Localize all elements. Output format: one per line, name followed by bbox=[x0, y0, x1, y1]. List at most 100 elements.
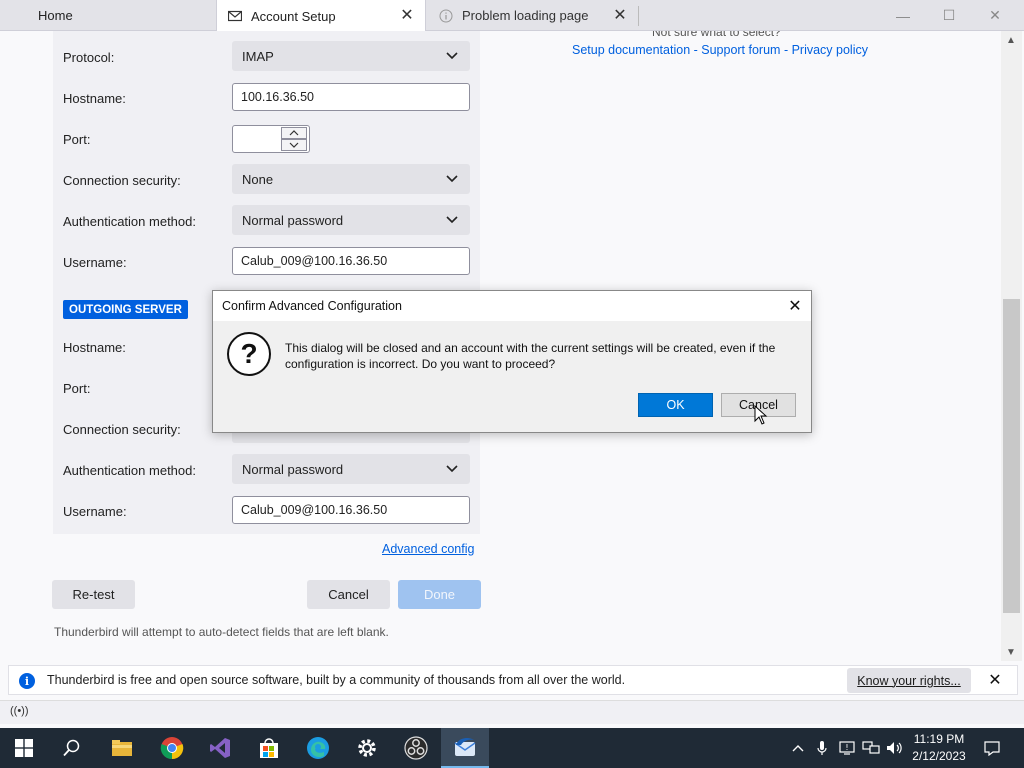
volume-icon[interactable] bbox=[884, 728, 906, 768]
incoming-hostname-input[interactable]: 100.16.36.50 bbox=[232, 83, 470, 111]
know-your-rights-label: Know your rights... bbox=[857, 673, 961, 688]
scroll-up-icon[interactable]: ▲ bbox=[1004, 33, 1018, 47]
clock-date: 2/12/2023 bbox=[912, 749, 966, 763]
status-bar: ((•)) bbox=[0, 700, 1024, 724]
mouse-cursor-icon bbox=[754, 405, 768, 425]
incoming-port-label: Port: bbox=[63, 132, 91, 147]
outgoing-hostname-label: Hostname: bbox=[63, 340, 126, 355]
tab-separator bbox=[638, 6, 639, 26]
stepper-down-icon[interactable] bbox=[281, 139, 307, 151]
visual-studio-icon[interactable] bbox=[196, 728, 244, 768]
close-window-icon[interactable]: ✕ bbox=[972, 0, 1018, 31]
close-tab-icon[interactable]: ✕ bbox=[399, 7, 415, 24]
cancel-button[interactable]: Cancel bbox=[307, 580, 390, 609]
outgoing-username-label: Username: bbox=[63, 504, 127, 519]
confirm-dialog: Confirm Advanced Configuration ✕ ? This … bbox=[212, 290, 812, 433]
incoming-security-value: None bbox=[242, 171, 274, 187]
dialog-message: This dialog will be closed and an accoun… bbox=[285, 341, 776, 371]
dialog-ok-button[interactable]: OK bbox=[638, 393, 713, 417]
tab-home[interactable]: Home bbox=[0, 0, 216, 31]
privacy-policy-link[interactable]: Privacy policy bbox=[792, 43, 868, 57]
protocol-value: IMAP bbox=[242, 48, 274, 64]
maximize-icon[interactable]: ☐ bbox=[926, 0, 972, 31]
scroll-down-icon[interactable]: ▼ bbox=[1004, 645, 1018, 659]
svg-text:!: ! bbox=[845, 743, 848, 752]
outgoing-auth-value: Normal password bbox=[242, 461, 344, 477]
outgoing-security-label: Connection security: bbox=[63, 422, 181, 437]
taskbar-clock[interactable]: 11:19 PM 2/12/2023 bbox=[904, 731, 974, 765]
close-notification-icon[interactable]: ✕ bbox=[986, 671, 1004, 689]
chevron-down-icon bbox=[446, 52, 458, 60]
question-icon: ? bbox=[227, 332, 271, 376]
clock-time: 11:19 PM bbox=[913, 732, 965, 746]
support-forum-link[interactable]: Support forum bbox=[701, 43, 780, 57]
outgoing-auth-select[interactable]: Normal password bbox=[232, 454, 470, 484]
retest-button[interactable]: Re-test bbox=[52, 580, 135, 609]
chevron-down-icon bbox=[446, 216, 458, 224]
info-icon: i bbox=[19, 673, 35, 689]
tab-problem-label: Problem loading page bbox=[462, 8, 589, 23]
incoming-auth-value: Normal password bbox=[242, 212, 344, 228]
chevron-down-icon bbox=[446, 465, 458, 473]
close-tab-icon[interactable]: ✕ bbox=[612, 7, 628, 24]
settings-icon[interactable] bbox=[343, 728, 391, 768]
incoming-port-stepper[interactable] bbox=[232, 125, 310, 153]
protocol-select[interactable]: IMAP bbox=[232, 41, 470, 71]
chevron-down-icon bbox=[446, 175, 458, 183]
mail-icon bbox=[227, 8, 243, 24]
incoming-security-label: Connection security: bbox=[63, 173, 181, 188]
tab-account-setup[interactable]: Account Setup ✕ bbox=[216, 0, 426, 32]
advanced-config-link[interactable]: Advanced config bbox=[382, 542, 474, 556]
outgoing-server-badge: OUTGOING SERVER bbox=[63, 300, 188, 319]
info-icon bbox=[438, 8, 454, 24]
outgoing-auth-label: Authentication method: bbox=[63, 463, 196, 478]
incoming-security-select[interactable]: None bbox=[232, 164, 470, 194]
protocol-label: Protocol: bbox=[63, 50, 115, 65]
incoming-username-input[interactable]: Calub_009@100.16.36.50 bbox=[232, 247, 470, 275]
dialog-title: Confirm Advanced Configuration bbox=[213, 291, 811, 321]
online-status-icon[interactable]: ((•)) bbox=[10, 705, 29, 717]
link-separator: - bbox=[690, 43, 702, 57]
incoming-hostname-value: 100.16.36.50 bbox=[241, 90, 314, 104]
microphone-icon[interactable] bbox=[812, 728, 832, 768]
done-button[interactable]: Done bbox=[398, 580, 481, 609]
notification-bar: i Thunderbird is free and open source so… bbox=[8, 665, 1018, 695]
incoming-username-label: Username: bbox=[63, 255, 127, 270]
show-hidden-icons-icon[interactable] bbox=[788, 728, 808, 768]
dialog-close-icon[interactable]: ✕ bbox=[785, 296, 805, 316]
notifications-icon[interactable] bbox=[980, 728, 1004, 768]
scrollbar-thumb[interactable] bbox=[1003, 299, 1020, 613]
thunderbird-icon[interactable] bbox=[441, 728, 489, 768]
vertical-scrollbar[interactable]: ▲ ▼ bbox=[1001, 31, 1022, 661]
chrome-icon[interactable] bbox=[148, 728, 196, 768]
obs-icon[interactable] bbox=[392, 728, 440, 768]
start-icon[interactable] bbox=[0, 728, 48, 768]
incoming-auth-label: Authentication method: bbox=[63, 214, 196, 229]
auto-detect-hint: Thunderbird will attempt to auto-detect … bbox=[54, 625, 389, 639]
network-warning-icon[interactable]: ! bbox=[836, 728, 858, 768]
not-sure-text: Not sure what to select? bbox=[652, 31, 781, 39]
network-icon[interactable] bbox=[860, 728, 882, 768]
notification-message: Thunderbird is free and open source soft… bbox=[47, 673, 626, 687]
search-icon[interactable] bbox=[48, 728, 96, 768]
edge-icon[interactable] bbox=[294, 728, 342, 768]
setup-documentation-link[interactable]: Setup documentation bbox=[572, 43, 690, 57]
help-links: Setup documentation - Support forum - Pr… bbox=[572, 43, 868, 57]
minimize-icon[interactable]: — bbox=[880, 0, 926, 31]
file-explorer-icon[interactable] bbox=[98, 728, 146, 768]
store-icon[interactable] bbox=[245, 728, 293, 768]
tab-account-setup-label: Account Setup bbox=[251, 8, 336, 24]
outgoing-username-value: Calub_009@100.16.36.50 bbox=[241, 503, 388, 517]
incoming-hostname-label: Hostname: bbox=[63, 91, 126, 106]
incoming-auth-select[interactable]: Normal password bbox=[232, 205, 470, 235]
tab-problem-loading[interactable]: Problem loading page ✕ bbox=[428, 0, 638, 31]
incoming-username-value: Calub_009@100.16.36.50 bbox=[241, 254, 388, 268]
stepper-up-icon[interactable] bbox=[281, 127, 307, 139]
tab-home-label: Home bbox=[38, 8, 73, 23]
taskbar: ! 11:19 PM 2/12/2023 bbox=[0, 728, 1024, 768]
tab-bar: Home Account Setup ✕ Problem loading pag… bbox=[0, 0, 1024, 32]
know-your-rights-button[interactable]: Know your rights... bbox=[847, 668, 971, 693]
outgoing-port-label: Port: bbox=[63, 381, 91, 396]
dialog-title-text: Confirm Advanced Configuration bbox=[222, 299, 402, 313]
outgoing-username-input[interactable]: Calub_009@100.16.36.50 bbox=[232, 496, 470, 524]
